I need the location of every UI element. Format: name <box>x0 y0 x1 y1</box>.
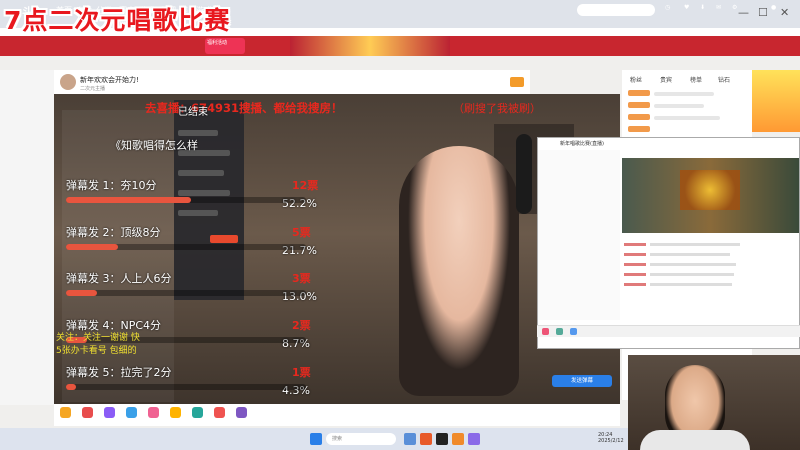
vote-count: 3票 <box>292 272 311 285</box>
clock-date: 2025/2/12 <box>598 438 624 444</box>
log-tag <box>624 283 646 286</box>
share-icon[interactable] <box>570 328 577 335</box>
tab-ranking[interactable]: 榜单 <box>690 75 702 84</box>
left-sidebar <box>0 70 54 405</box>
overlay-banner: 去喜播：674931搜播、都给我搜房！ <box>145 101 343 115</box>
gift-icon[interactable] <box>542 328 549 335</box>
gift-item-icon[interactable] <box>104 407 115 418</box>
microphone <box>516 134 532 214</box>
log-row <box>650 243 740 246</box>
danmaku-line: 《知歌唱得怎么样 <box>110 139 198 152</box>
download-icon[interactable]: ⬇ <box>700 4 705 11</box>
room-subtitle: 二次元主播 <box>80 86 106 92</box>
vote-option-label: 弹幕发 5：拉完了2分 <box>66 366 172 379</box>
gift-item-icon[interactable] <box>192 407 203 418</box>
vote-bar-track <box>66 384 306 390</box>
game-effect <box>680 170 740 210</box>
gift-item-icon[interactable] <box>236 407 247 418</box>
gift-item-icon[interactable] <box>126 407 137 418</box>
popup-row[interactable] <box>178 130 218 136</box>
log-row <box>650 263 736 266</box>
floating-window-title: 新年唱歌比赛(直播) <box>560 141 604 147</box>
danmaku-line: 关注：关注一谢谢 快 <box>56 333 140 343</box>
chat-badge <box>628 114 650 120</box>
log-row <box>650 273 734 276</box>
history-icon[interactable]: ◷ <box>665 4 670 11</box>
chat-badge <box>628 126 650 132</box>
vote-bar-fill <box>66 290 97 296</box>
browser-icon[interactable] <box>420 433 432 445</box>
stream-headline: 7点二次元唱歌比赛 <box>4 6 231 35</box>
tab-diamond[interactable]: 钻石 <box>718 75 730 84</box>
promo-chip[interactable]: 福利活动 <box>205 38 245 54</box>
floating-user-list <box>538 150 620 320</box>
chat-message <box>654 104 704 108</box>
vote-option-label: 弹幕发 2：顶级8分 <box>66 226 161 239</box>
chat-badge <box>628 90 650 96</box>
tab-vip[interactable]: 贵宾 <box>660 75 672 84</box>
vote-count: 1票 <box>292 366 311 379</box>
vote-bar-track <box>66 290 306 296</box>
windows-start-icon[interactable] <box>310 433 322 445</box>
vote-count: 5票 <box>292 226 311 239</box>
vote-bar-fill <box>66 384 76 390</box>
app-icon[interactable] <box>452 433 464 445</box>
taskbar-search[interactable]: 搜索 <box>326 433 396 445</box>
taskbar-clock: 20:24 2025/2/12 <box>598 432 624 444</box>
gift-item-icon[interactable] <box>82 407 93 418</box>
popup-row[interactable] <box>178 170 224 176</box>
emoji-icon[interactable] <box>556 328 563 335</box>
settings-icon[interactable]: ⚙ <box>732 4 737 11</box>
chat-message <box>654 92 714 96</box>
log-row <box>650 253 730 256</box>
steam-icon[interactable] <box>436 433 448 445</box>
vote-status-label: 已结束 <box>178 107 208 118</box>
room-title: 新年欢欢会开始力! <box>80 76 139 84</box>
log-tag <box>624 243 646 246</box>
send-danmaku-button[interactable]: 发送弹幕 <box>552 375 612 387</box>
overlay-banner-right: （刷搜了我被刷） <box>453 102 541 115</box>
app-icon[interactable] <box>468 433 480 445</box>
streamer-figure <box>399 146 519 396</box>
tab-fans[interactable]: 粉丝 <box>630 75 642 84</box>
chat-badge <box>628 102 650 108</box>
gift-item-icon[interactable] <box>214 407 225 418</box>
event-banner[interactable] <box>290 36 450 56</box>
log-row <box>650 283 732 286</box>
log-tag <box>624 253 646 256</box>
webcam-shirt <box>640 430 750 450</box>
streamer-avatar[interactable] <box>60 74 76 90</box>
vote-count: 12票 <box>292 179 319 192</box>
site-search-input[interactable] <box>577 4 655 16</box>
minimize-icon[interactable]: — <box>738 6 749 19</box>
vote-bar-fill <box>66 197 191 203</box>
user-avatar[interactable]: ● <box>771 4 776 11</box>
follow-button[interactable] <box>510 77 524 87</box>
vote-count: 2票 <box>292 319 311 332</box>
popup-row[interactable] <box>178 210 218 216</box>
message-icon[interactable]: ✉ <box>716 4 721 11</box>
popup-confirm-button[interactable] <box>210 235 238 243</box>
vote-option-label: 弹幕发 1：夯10分 <box>66 179 157 192</box>
maximize-icon[interactable]: ☐ <box>758 6 768 19</box>
vote-option-label: 弹幕发 3：人上人6分 <box>66 272 172 285</box>
gift-item-icon[interactable] <box>60 407 71 418</box>
log-tag <box>624 263 646 266</box>
vote-bar-fill <box>66 244 118 250</box>
file-explorer-icon[interactable] <box>404 433 416 445</box>
follow-icon[interactable]: ♥ <box>684 4 689 11</box>
close-icon[interactable]: ✕ <box>780 6 789 19</box>
log-tag <box>624 273 646 276</box>
popup-row[interactable] <box>178 190 230 196</box>
gift-bar <box>54 404 620 426</box>
gift-item-icon[interactable] <box>170 407 181 418</box>
danmaku-line: 5张办卡看号 包细的 <box>56 346 137 356</box>
gift-item-icon[interactable] <box>148 407 159 418</box>
chat-message <box>654 116 720 120</box>
promo-banner[interactable] <box>752 70 800 132</box>
danmaku-chat-overlay <box>62 110 174 402</box>
